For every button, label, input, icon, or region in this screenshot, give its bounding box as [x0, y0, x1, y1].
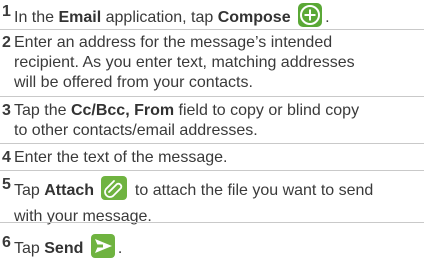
step-text: Tap Attach to attach the file you want t…: [14, 175, 418, 227]
step-number: 1: [2, 3, 11, 20]
divider: [0, 96, 424, 97]
step-number: 3: [2, 102, 11, 119]
step-text-line: to other contacts/email addresses.: [14, 122, 258, 139]
compose-label: Compose: [217, 9, 291, 26]
step-text-line: recipient. As you enter text, matching a…: [14, 54, 355, 71]
step-text-part: Tap: [14, 182, 45, 199]
step-text: Tap Send .: [14, 233, 418, 265]
email-instructions: 1 In the Email application, tap Compose …: [0, 0, 424, 268]
step-text-part: .: [325, 9, 330, 26]
step-number: 4: [2, 149, 11, 166]
step-text-part: field to copy or blind copy: [174, 102, 360, 119]
email-app-name: Email: [58, 9, 102, 26]
step-text-line: Enter the text of the message.: [14, 149, 228, 166]
step-number: 2: [2, 34, 11, 51]
step-text: Enter the text of the message.: [14, 148, 418, 168]
step-text-line: will be offered from your contacts.: [14, 74, 253, 91]
send-arrow-icon: [90, 233, 116, 265]
attach-label: Attach: [44, 182, 95, 199]
step-text-line: Enter an address for the message’s inten…: [14, 34, 333, 51]
cc-bcc-from-label: Cc/Bcc, From: [70, 102, 175, 119]
send-label: Send: [44, 240, 84, 257]
paperclip-icon: [100, 175, 128, 207]
step-text-part: to attach the file you want to send: [130, 182, 374, 199]
step-text-part: application, tap: [101, 9, 218, 26]
step-number: 5: [2, 176, 11, 193]
step-text-part: In the: [14, 9, 59, 26]
divider: [0, 29, 424, 30]
divider: [0, 170, 424, 171]
step-text: Tap the Cc/Bcc, From field to copy or bl…: [14, 101, 418, 141]
step-text-part: .: [117, 240, 123, 257]
divider: [0, 143, 424, 144]
step-text-part: Tap: [14, 240, 45, 257]
divider: [0, 222, 424, 223]
step-text: Enter an address for the message’s inten…: [14, 33, 418, 93]
step-text-line: with your message.: [14, 208, 152, 225]
step-text-part: Tap the: [14, 102, 71, 119]
step-number: 6: [2, 234, 11, 251]
